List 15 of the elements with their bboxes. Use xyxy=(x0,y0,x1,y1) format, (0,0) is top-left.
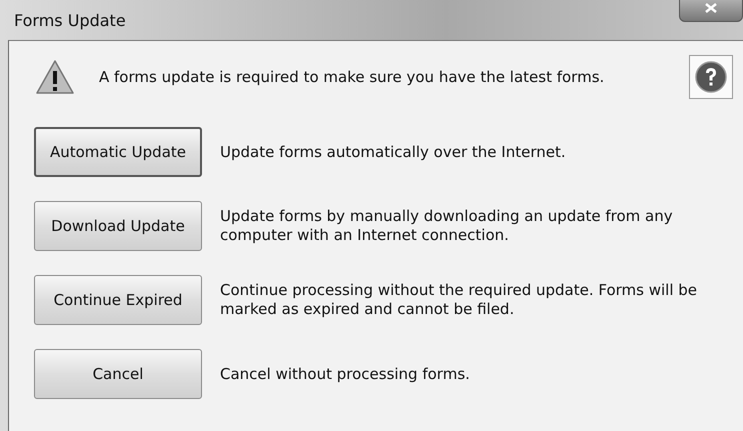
option-description: Update forms by manually downloading an update from any computer with an Internet connection. xyxy=(220,207,674,245)
option-description: Update forms automatically over the Internet. xyxy=(220,142,566,162)
option-button[interactable]: Download Update xyxy=(34,201,202,251)
option-description: Continue processing without the required update. Forms will be marked as expired and cannot be filed. xyxy=(220,281,698,319)
message-text: A forms update is required to make sure you have the latest forms. xyxy=(99,68,606,86)
help-button[interactable] xyxy=(689,55,733,99)
option-button[interactable]: Automatic Update xyxy=(34,127,202,177)
help-icon xyxy=(695,61,727,93)
option-description: Cancel without processing forms. xyxy=(220,364,470,384)
option-button[interactable]: Continue Expired xyxy=(34,275,202,325)
close-button[interactable] xyxy=(679,0,743,22)
close-icon xyxy=(704,3,718,13)
window-title: Forms Update xyxy=(14,10,126,30)
warning-icon xyxy=(35,59,75,95)
option-button[interactable]: Cancel xyxy=(34,349,202,399)
